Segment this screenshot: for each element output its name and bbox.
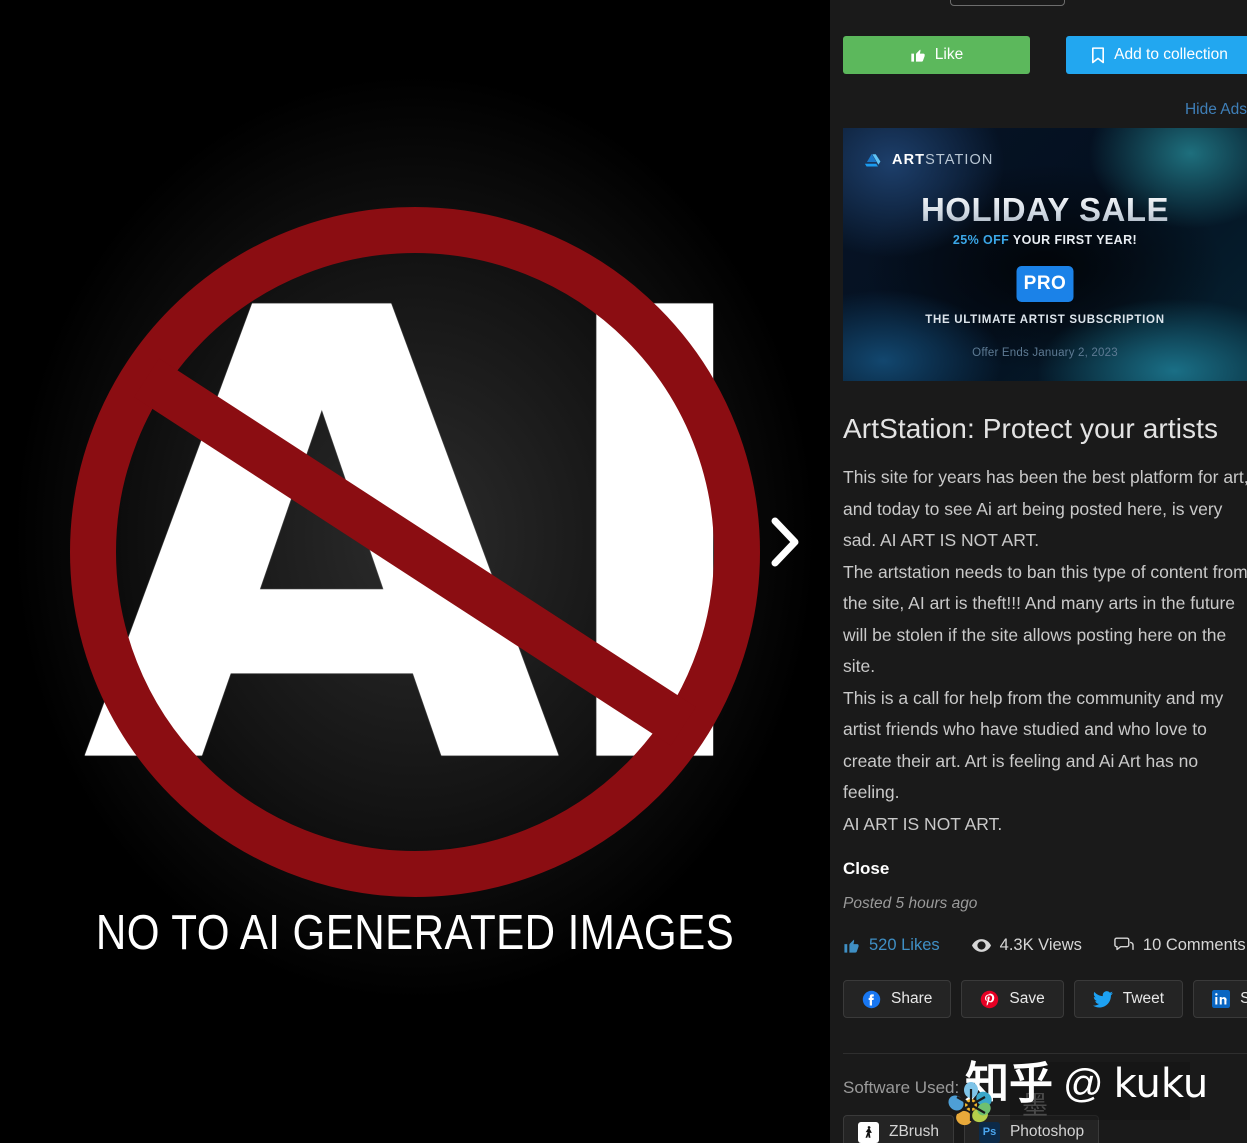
ad-discount-percent: 25% OFF xyxy=(952,233,1010,247)
like-button-label: Like xyxy=(934,46,964,63)
artwork-image[interactable]: AI NO TO AI GENERATED IMAGES xyxy=(0,0,830,1143)
zbrush-icon xyxy=(858,1121,879,1143)
linkedin-share-button[interactable]: Share xyxy=(1193,980,1247,1018)
stat-likes-label: 520 Likes xyxy=(869,936,940,954)
artwork-caption-text: NO TO AI GENERATED IMAGES xyxy=(95,906,735,960)
pinterest-icon xyxy=(980,990,999,1009)
primary-actions: Like Add to collection xyxy=(843,36,1247,74)
add-to-collection-button[interactable]: Add to collection xyxy=(1066,36,1247,74)
pinterest-save-button[interactable]: Save xyxy=(961,980,1064,1018)
no-ai-prohibition-sign: AI xyxy=(65,202,770,902)
artstation-triangle-icon xyxy=(864,153,883,168)
add-to-collection-label: Add to collection xyxy=(1114,46,1228,63)
stat-likes[interactable]: 520 Likes xyxy=(843,936,940,955)
software-chip-zbrush-label: ZBrush xyxy=(889,1123,939,1140)
facebook-icon xyxy=(862,990,881,1009)
section-divider xyxy=(843,1053,1247,1054)
stat-comments[interactable]: 10 Comments xyxy=(1114,936,1246,955)
twitter-tweet-button[interactable]: Tweet xyxy=(1073,980,1184,1018)
facebook-share-button[interactable]: Share xyxy=(843,980,952,1018)
eye-icon xyxy=(971,938,991,953)
ad-headline: HOLIDAY SALE xyxy=(843,191,1247,229)
hide-ads-link[interactable]: Hide Ads xyxy=(1185,101,1247,119)
ad-pro-badge: PRO xyxy=(1016,266,1074,302)
follow-button-clipped[interactable] xyxy=(950,0,1065,6)
stat-comments-label: 10 Comments xyxy=(1142,936,1246,954)
ad-subheadline-rest: YOUR FIRST YEAR! xyxy=(1009,233,1138,247)
stat-views: 4.3K Views xyxy=(971,936,1082,955)
artstation-pro-ad-banner[interactable]: ARTSTATION HOLIDAY SALE 25% OFF YOUR FIR… xyxy=(843,128,1247,381)
thumbs-up-icon xyxy=(843,937,860,954)
ad-wordmark-thin: STATION xyxy=(925,152,994,168)
chevron-right-icon xyxy=(768,516,802,568)
linkedin-icon xyxy=(1212,990,1231,1008)
linkedin-share-label: Share xyxy=(1240,990,1247,1007)
software-chip-photoshop[interactable]: Ps Photoshop xyxy=(963,1115,1100,1143)
artwork-details-sidebar: Like Add to collection Hide Ads ARTSTATI… xyxy=(830,0,1247,1143)
ad-offer-end-date: Offer Ends January 2, 2023 xyxy=(972,347,1118,359)
post-stats: 520 Likes 4.3K Views 10 Comments xyxy=(843,936,1246,955)
ad-tagline: THE ULTIMATE ARTIST SUBSCRIPTION xyxy=(925,314,1165,326)
pinterest-save-label: Save xyxy=(1009,990,1045,1007)
posted-timestamp: Posted 5 hours ago xyxy=(843,895,978,912)
photoshop-icon: Ps xyxy=(978,1121,1000,1143)
twitter-tweet-label: Tweet xyxy=(1122,990,1165,1007)
bookmark-icon xyxy=(1091,46,1105,64)
software-chip-zbrush[interactable]: ZBrush xyxy=(843,1115,954,1143)
post-description: This site for years has been the best pl… xyxy=(843,467,1247,834)
ad-brand-logo: ARTSTATION xyxy=(864,152,994,168)
like-button[interactable]: Like xyxy=(843,36,1030,74)
ad-wordmark: ARTSTATION xyxy=(892,152,994,168)
ad-subheadline: 25% OFF YOUR FIRST YEAR! xyxy=(843,233,1247,247)
stat-views-label: 4.3K Views xyxy=(999,936,1082,954)
ad-wordmark-bold: ART xyxy=(892,152,926,168)
thumbs-up-icon xyxy=(910,47,926,63)
page-title: ArtStation: Protect your artists xyxy=(843,413,1219,444)
facebook-share-label: Share xyxy=(891,990,933,1007)
software-used-chips: ZBrush Ps Photoshop xyxy=(843,1115,1100,1143)
close-description-link[interactable]: Close xyxy=(843,859,889,879)
artstation-artwork-page: AI NO TO AI GENERATED IMAGES xyxy=(0,0,1247,1143)
software-chip-photoshop-label: Photoshop xyxy=(1009,1123,1085,1140)
comment-icon xyxy=(1114,937,1134,954)
next-image-arrow[interactable] xyxy=(758,505,812,579)
share-buttons: Share Save Tweet S xyxy=(843,980,1247,1018)
twitter-icon xyxy=(1092,990,1113,1008)
artwork-viewer: AI NO TO AI GENERATED IMAGES xyxy=(0,0,830,1143)
software-used-label: Software Used: xyxy=(843,1078,960,1097)
